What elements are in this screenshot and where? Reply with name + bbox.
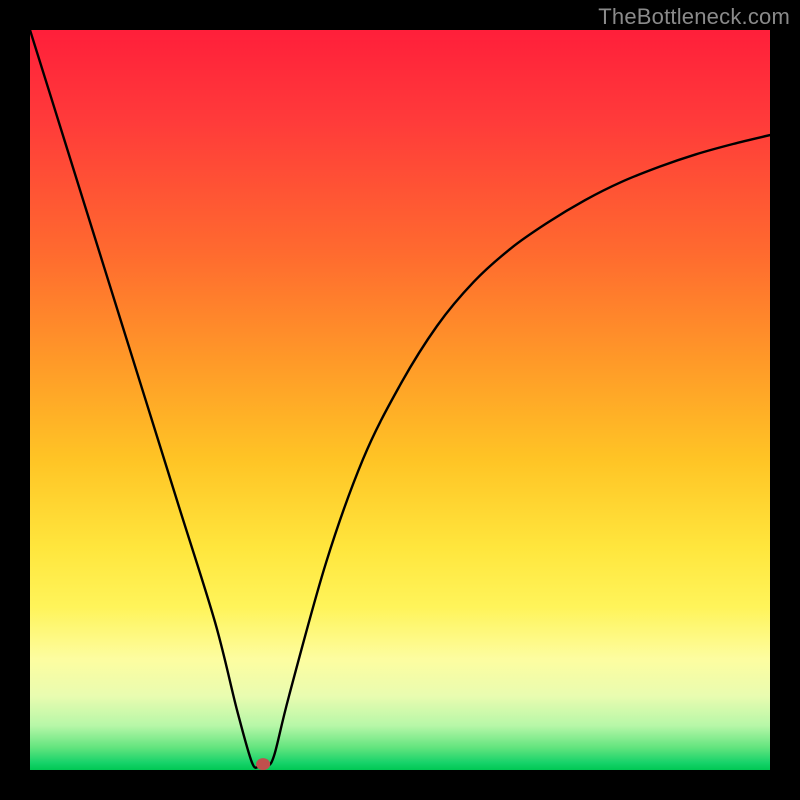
curve-path — [30, 30, 770, 768]
minimum-marker — [256, 758, 270, 770]
watermark-text: TheBottleneck.com — [598, 4, 790, 30]
chart-frame: TheBottleneck.com — [0, 0, 800, 800]
bottleneck-curve — [30, 30, 770, 770]
plot-area — [30, 30, 770, 770]
